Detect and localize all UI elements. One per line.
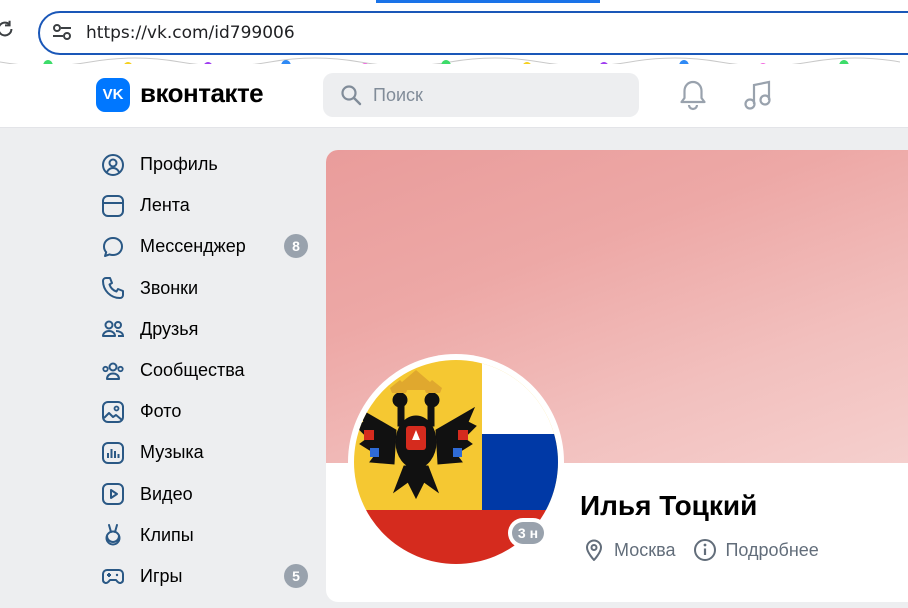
sidebar-item-games[interactable]: Игры 5 — [96, 556, 312, 597]
location-pin-icon — [582, 538, 606, 562]
sidebar-item-profile[interactable]: Профиль — [96, 144, 312, 185]
communities-icon — [100, 358, 126, 384]
sidebar-item-label: Фото — [140, 401, 182, 422]
profile-icon — [100, 152, 126, 178]
notifications-bell-icon[interactable] — [678, 78, 708, 112]
profile-card: 3 н Илья Тоцкий Москва Подробнее — [326, 150, 908, 602]
sidebar-item-label: Видео — [140, 483, 193, 504]
sidebar-item-label: Профиль — [140, 154, 218, 175]
last-seen-badge: 3 н — [508, 518, 548, 548]
profile-meta: Москва Подробнее — [582, 538, 837, 562]
city-link[interactable]: Москва — [582, 538, 675, 562]
active-tab-indicator — [376, 0, 600, 3]
sidebar-item-label: Лента — [140, 195, 190, 216]
music-player-icon[interactable] — [742, 78, 774, 112]
friends-icon — [100, 316, 126, 342]
unread-count-badge: 8 — [284, 234, 308, 259]
sidebar-item-label: Сообщества — [140, 360, 245, 381]
reload-icon[interactable] — [0, 18, 18, 46]
games-icon — [100, 563, 126, 589]
site-settings-icon[interactable] — [52, 23, 74, 43]
sidebar-item-video[interactable]: Видео — [96, 474, 312, 515]
sidebar-item-label: Клипы — [140, 524, 194, 545]
sidebar-item-feed[interactable]: Лента — [96, 185, 312, 226]
profile-name: Илья Тоцкий — [580, 490, 758, 521]
browser-toolbar: https://vk.com/id799006 — [0, 0, 908, 64]
sidebar-item-label: Звонки — [140, 277, 199, 298]
feed-icon — [100, 193, 126, 219]
sidebar-item-photo[interactable]: Фото — [96, 391, 312, 432]
sidebar-item-label: Игры — [140, 565, 183, 586]
vk-header: VK вконтакте Поиск — [0, 64, 908, 128]
sidebar-item-label: Мессенджер — [140, 236, 246, 257]
messenger-icon — [100, 234, 126, 260]
info-icon — [693, 538, 717, 562]
details-text: Подробнее — [725, 539, 819, 560]
sidebar-item-clips[interactable]: Клипы — [96, 515, 312, 556]
sidebar-item-messenger[interactable]: Мессенджер 8 — [96, 226, 312, 267]
clips-icon — [100, 522, 126, 548]
search-placeholder: Поиск — [373, 85, 423, 105]
details-link[interactable]: Подробнее — [693, 538, 819, 562]
sidebar-item-label: Друзья — [140, 318, 199, 339]
search-input[interactable]: Поиск — [323, 73, 639, 117]
sidebar-item-label: Музыка — [140, 442, 204, 463]
games-count-badge: 5 — [284, 563, 308, 588]
sidebar-item-music[interactable]: Музыка — [96, 432, 312, 473]
photo-icon — [100, 399, 126, 425]
vk-wordmark[interactable]: вконтакте — [140, 78, 264, 109]
last-seen-text: 3 н — [512, 522, 544, 544]
sidebar-item-friends[interactable]: Друзья — [96, 309, 312, 350]
video-icon — [100, 481, 126, 507]
sidebar-item-calls[interactable]: Звонки — [96, 268, 312, 309]
music-icon — [100, 440, 126, 466]
address-bar[interactable]: https://vk.com/id799006 — [38, 11, 908, 55]
sidebar-nav: Профиль Лента Мессенджер 8 Звонки Друзья… — [96, 144, 312, 597]
search-icon — [339, 83, 363, 107]
sidebar-item-communities[interactable]: Сообщества — [96, 350, 312, 391]
phone-icon — [100, 275, 126, 301]
city-text: Москва — [614, 539, 676, 560]
url-text[interactable]: https://vk.com/id799006 — [86, 23, 295, 43]
vk-logo[interactable]: VK — [96, 78, 130, 112]
